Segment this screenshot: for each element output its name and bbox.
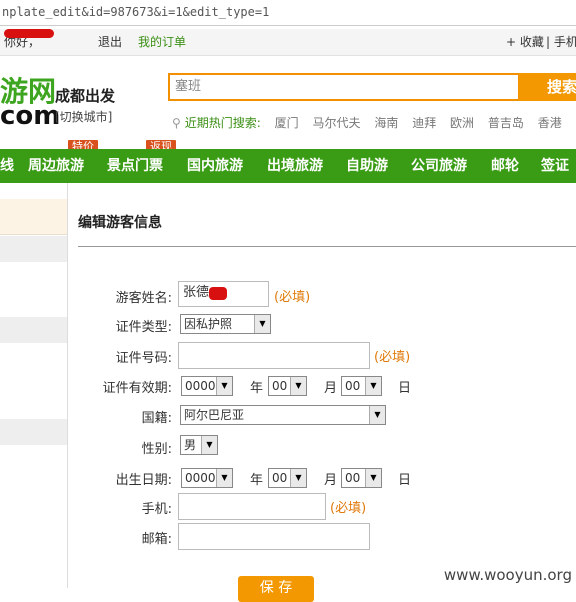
main-nav: 线 周边旅游 景点门票 国内旅游 出境旅游 自助游 公司旅游 邮轮 签证 <box>0 149 576 183</box>
sidebar-header <box>0 199 67 235</box>
logout-link[interactable]: 退出 <box>98 29 122 55</box>
nav-item-cruise[interactable]: 邮轮 <box>491 149 519 183</box>
required-note: (必填) <box>330 501 367 516</box>
month-unit: 月 <box>324 381 338 396</box>
hot-city-link[interactable]: 厦门 <box>275 116 299 130</box>
year-unit: 年 <box>250 473 264 488</box>
switch-city-link[interactable]: [切换城市] <box>55 108 112 125</box>
form-title: 编辑游客信息 <box>78 215 162 231</box>
gender-label: 性别: <box>141 442 172 457</box>
redacted-name <box>209 287 227 300</box>
site-logo-domain[interactable]: com <box>0 100 60 132</box>
mobile-link[interactable]: | 手机 <box>546 29 576 55</box>
validity-day-select[interactable]: 00 ▼ <box>341 376 382 396</box>
favorites-link[interactable]: + 收藏 <box>506 29 544 55</box>
chevron-down-icon: ▼ <box>201 436 217 454</box>
email-input[interactable] <box>178 523 370 550</box>
nationality-label: 国籍: <box>141 411 172 426</box>
hot-city-link[interactable]: 普吉岛 <box>488 116 524 130</box>
gender-select[interactable]: 男 ▼ <box>180 435 218 455</box>
hot-searches-label: 近期热门搜索: <box>184 116 261 130</box>
save-button[interactable]: 保 存 <box>238 576 314 602</box>
email-label: 邮箱: <box>141 532 172 547</box>
validity-label: 证件有效期: <box>102 381 172 396</box>
search-button[interactable]: 搜索 <box>519 73 576 101</box>
nav-item-self-guided[interactable]: 自助游 <box>346 149 388 183</box>
validity-year-select[interactable]: 0000 ▼ <box>181 376 233 396</box>
month-unit: 月 <box>324 473 338 488</box>
hot-city-link[interactable]: 迪拜 <box>412 116 436 130</box>
nav-item-outbound[interactable]: 出境旅游 <box>267 149 323 183</box>
hot-searches: ⚲ 近期热门搜索: 厦门 马尔代夫 海南 迪拜 欧洲 普吉岛 香港 <box>172 114 562 131</box>
id-number-input[interactable] <box>178 342 370 369</box>
nav-item-visa[interactable]: 签证 <box>541 149 569 183</box>
chevron-down-icon: ▼ <box>365 469 381 487</box>
search-input[interactable]: 塞班 <box>168 73 520 101</box>
hot-city-link[interactable]: 海南 <box>374 116 398 130</box>
form-divider <box>78 246 576 247</box>
id-type-select[interactable]: 因私护照 ▼ <box>180 314 271 334</box>
redacted-username <box>4 29 54 38</box>
hot-city-link[interactable]: 香港 <box>538 116 562 130</box>
id-number-label: 证件号码: <box>115 351 172 366</box>
id-type-label: 证件类型: <box>115 320 172 335</box>
chevron-down-icon: ▼ <box>290 469 306 487</box>
top-bar: 你好， 退出 我的订单 + 收藏 | 手机 <box>0 29 576 56</box>
day-unit: 日 <box>398 381 412 396</box>
name-input[interactable]: 张德 <box>178 281 269 307</box>
chevron-down-icon: ▼ <box>254 315 270 333</box>
chevron-down-icon: ▼ <box>216 469 232 487</box>
nationality-select[interactable]: 阿尔巴尼亚 ▼ <box>180 405 386 425</box>
required-note: (必填) <box>374 350 411 365</box>
chevron-down-icon: ▼ <box>369 406 385 424</box>
search-icon: ⚲ <box>172 116 181 130</box>
birthday-day-select[interactable]: 00 ▼ <box>341 468 382 488</box>
nav-item-domestic[interactable]: 国内旅游 <box>187 149 243 183</box>
chevron-down-icon: ▼ <box>290 377 306 395</box>
mobile-input[interactable] <box>178 493 326 520</box>
name-value: 张德 <box>183 285 210 300</box>
birthday-month-select[interactable]: 00 ▼ <box>268 468 307 488</box>
year-unit: 年 <box>250 381 264 396</box>
departure-city: 成都出发 <box>55 87 116 105</box>
name-label: 游客姓名: <box>115 291 172 306</box>
chevron-down-icon: ▼ <box>365 377 381 395</box>
url-text: nplate_edit&id=987673&i=1&edit_type=1 <box>2 5 270 19</box>
chevron-down-icon: ▼ <box>216 377 232 395</box>
validity-month-select[interactable]: 00 ▼ <box>268 376 307 396</box>
mobile-label: 手机: <box>141 502 172 517</box>
hot-city-link[interactable]: 马尔代夫 <box>313 116 361 130</box>
address-bar[interactable]: nplate_edit&id=987673&i=1&edit_type=1 <box>0 0 576 26</box>
hot-city-link[interactable]: 欧洲 <box>450 116 474 130</box>
nav-item-lines[interactable]: 线 <box>0 149 14 183</box>
required-note: (必填) <box>274 290 311 305</box>
watermark: www.wooyun.org <box>443 566 572 584</box>
nav-item-tickets[interactable]: 景点门票 <box>107 149 163 183</box>
birthday-year-select[interactable]: 0000 ▼ <box>181 468 233 488</box>
my-orders-link[interactable]: 我的订单 <box>138 29 186 55</box>
nav-item-nearby[interactable]: 周边旅游 <box>28 149 84 183</box>
sidebar-section[interactable] <box>0 236 67 262</box>
nav-item-corporate[interactable]: 公司旅游 <box>411 149 467 183</box>
day-unit: 日 <box>398 473 412 488</box>
birthday-label: 出生日期: <box>115 473 172 488</box>
